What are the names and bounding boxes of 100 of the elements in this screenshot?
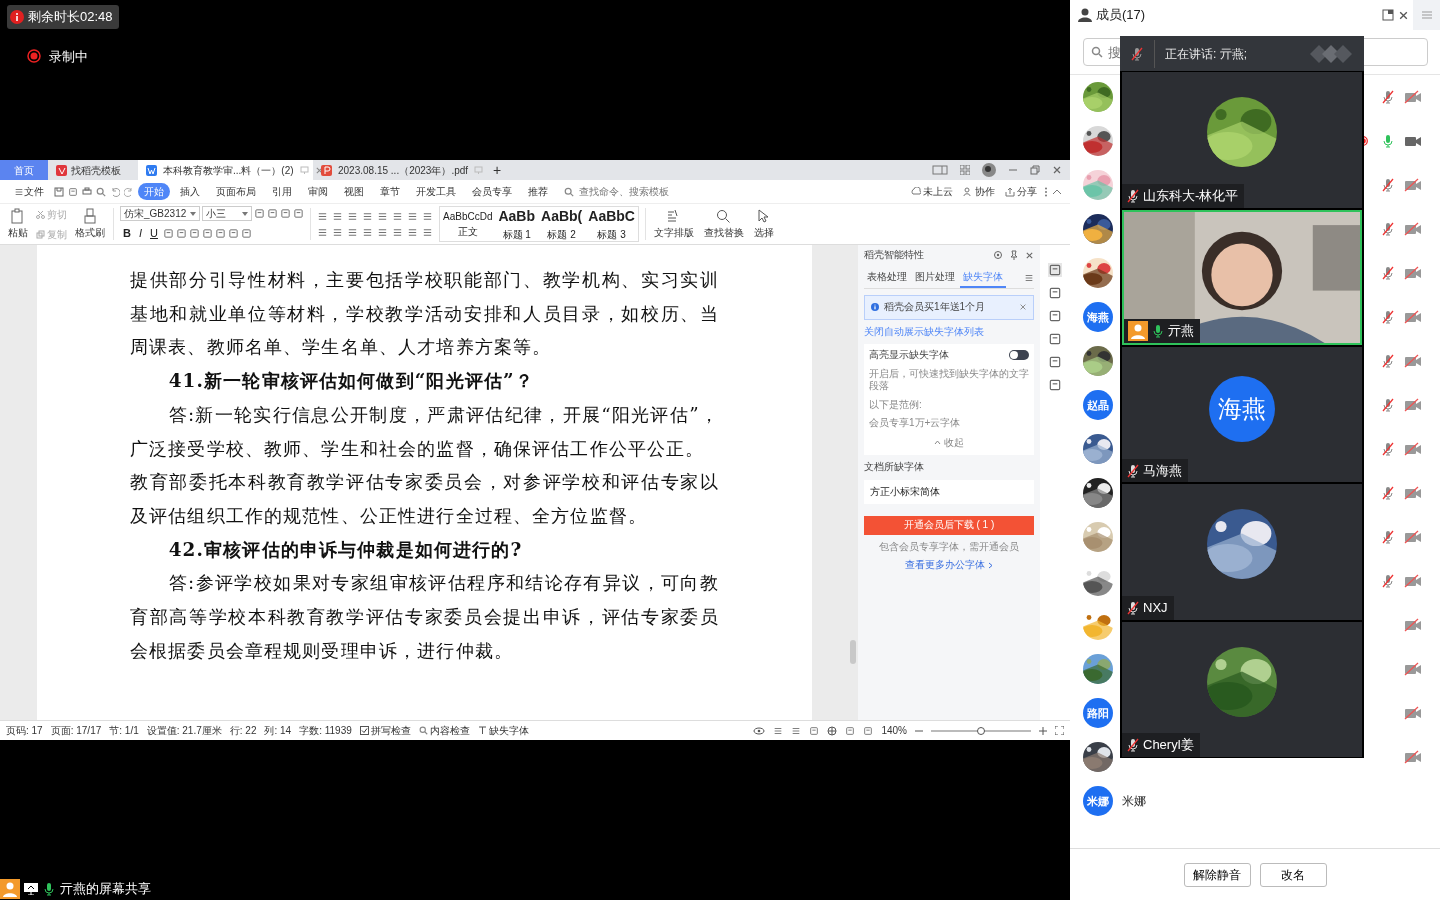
close-icon[interactable] xyxy=(1398,9,1409,21)
camera-off-icon[interactable] xyxy=(1404,222,1422,236)
zoom-in-icon[interactable] xyxy=(1039,726,1047,735)
menu-tab[interactable]: 页面布局 xyxy=(210,183,262,200)
collapse-button[interactable]: 收起 xyxy=(869,435,1029,450)
missing-fonts-button[interactable]: 缺失字体 xyxy=(477,723,529,738)
zoom-level[interactable]: 140% xyxy=(881,723,907,738)
mic-muted-icon[interactable] xyxy=(1381,90,1395,104)
toolbar-link[interactable]: 分享 xyxy=(1002,182,1040,201)
format-button[interactable]: B xyxy=(120,225,134,242)
layout-icon[interactable] xyxy=(932,165,948,175)
menu-tab[interactable]: 推荐 xyxy=(522,183,554,200)
menu-tab[interactable]: 审阅 xyxy=(302,183,334,200)
web-view-icon[interactable] xyxy=(827,725,838,736)
word-icon xyxy=(146,164,157,176)
camera-off-icon[interactable] xyxy=(1404,662,1422,676)
toolbar-link[interactable]: 协作 xyxy=(960,182,998,201)
description-text: 开启后，可快速找到缺失字体的文字段落 xyxy=(869,367,1029,393)
camera-off-icon[interactable] xyxy=(1404,530,1422,544)
format-button[interactable]: I xyxy=(135,225,145,242)
camera-off-icon[interactable] xyxy=(1404,398,1422,412)
camera-off-icon[interactable] xyxy=(1404,442,1422,456)
fullscreen-icon[interactable] xyxy=(1055,726,1064,735)
camera-icon[interactable] xyxy=(1404,134,1422,148)
menu-tab[interactable]: 引用 xyxy=(266,183,298,200)
mic-muted-icon[interactable] xyxy=(1381,266,1395,280)
scrollbar-thumb[interactable] xyxy=(850,640,856,664)
eye-icon[interactable] xyxy=(753,726,766,735)
font-select[interactable]: 仿宋_GB2312 xyxy=(120,206,200,222)
camera-off-icon[interactable] xyxy=(1404,90,1422,104)
camera-off-icon[interactable] xyxy=(1404,574,1422,588)
menu-icon[interactable] xyxy=(14,186,24,197)
menu-tab[interactable]: 视图 xyxy=(338,183,370,200)
footer-button[interactable]: 解除静音 xyxy=(1183,862,1251,887)
printer-icon[interactable] xyxy=(82,186,92,197)
mic-muted-icon[interactable] xyxy=(1381,530,1395,544)
ribbon-button[interactable]: 查找替换 xyxy=(701,208,746,240)
footer-button[interactable]: 改名 xyxy=(1259,862,1327,887)
camera-off-icon[interactable] xyxy=(1404,178,1422,192)
grid-icon[interactable] xyxy=(960,165,970,175)
close-icon[interactable] xyxy=(1052,165,1062,175)
settings-icon[interactable] xyxy=(993,250,1003,261)
file-menu[interactable]: 文件 xyxy=(8,183,50,200)
ribbon-button[interactable]: 选择 xyxy=(751,208,776,240)
mic-muted-icon[interactable] xyxy=(1381,574,1395,588)
mic-muted-icon[interactable] xyxy=(1381,222,1395,236)
camera-off-icon[interactable] xyxy=(1404,354,1422,368)
document-tab[interactable]: 找稻壳模板 xyxy=(48,160,138,180)
menu-icon[interactable] xyxy=(1024,272,1034,283)
format-painter-button[interactable]: 格式刷 xyxy=(73,208,107,240)
camera-off-icon[interactable] xyxy=(1404,266,1422,280)
mic-muted-icon[interactable] xyxy=(1381,486,1395,500)
slider-thumb[interactable] xyxy=(977,726,985,735)
menu-tab[interactable]: 开发工具 xyxy=(410,183,462,200)
example-text: 会员专享1万+云字体 xyxy=(869,417,962,430)
camera-off-icon[interactable] xyxy=(1404,706,1422,720)
pane-tab[interactable]: 图片处理 xyxy=(912,267,958,288)
pane-tab[interactable]: 表格处理 xyxy=(864,267,910,288)
toggle-switch[interactable] xyxy=(1009,350,1029,361)
microphone-icon[interactable] xyxy=(1381,134,1395,148)
chevron-right-icon xyxy=(988,561,993,569)
mic-muted-icon[interactable] xyxy=(1381,442,1395,456)
camera-off-icon[interactable] xyxy=(1404,486,1422,500)
format-button[interactable]: U xyxy=(147,225,161,242)
size-select[interactable]: 小三 xyxy=(202,206,252,222)
mic-muted-icon[interactable] xyxy=(1381,178,1395,192)
ribbon-button[interactable]: 文字排版 xyxy=(651,208,696,240)
content-check-button[interactable]: 内容检查 xyxy=(418,723,470,738)
camera-off-icon[interactable] xyxy=(1404,750,1422,764)
pin-icon[interactable] xyxy=(1009,250,1019,261)
more-icon[interactable] xyxy=(1044,186,1048,197)
new-tab-button[interactable]: + xyxy=(485,160,510,180)
mic-muted-icon[interactable] xyxy=(1381,310,1395,324)
person-icon xyxy=(1078,8,1092,22)
style-preset[interactable]: AaBbCcDd 正文 xyxy=(440,207,496,241)
popout-icon[interactable] xyxy=(1382,9,1394,21)
camera-off-icon[interactable] xyxy=(1404,310,1422,324)
more-fonts-link[interactable]: 查看更多办公字体 xyxy=(864,559,1034,572)
redo-icon[interactable] xyxy=(124,186,134,197)
restore-icon[interactable] xyxy=(1030,165,1040,175)
menu-tab[interactable]: 插入 xyxy=(174,183,206,200)
font-icon xyxy=(477,726,487,735)
style-preset[interactable]: AaBbC 标题 3 xyxy=(585,207,638,241)
undo-icon[interactable] xyxy=(110,186,120,197)
mic-muted-icon[interactable] xyxy=(1381,354,1395,368)
user-avatar[interactable] xyxy=(982,163,996,177)
style-preset[interactable]: AaBb( 标题 2 xyxy=(538,207,586,241)
mic-muted-icon[interactable] xyxy=(1381,398,1395,412)
menu-tab[interactable]: 会员专享 xyxy=(466,183,518,200)
close-icon[interactable] xyxy=(1025,250,1034,260)
brush-icon xyxy=(82,208,98,224)
document-tab[interactable]: 首页 xyxy=(0,160,48,180)
save-icon[interactable] xyxy=(54,186,64,197)
style-preset[interactable]: AaBb 标题 1 xyxy=(495,207,539,241)
document-tab[interactable]: 2023.08.15 ...（2023年）.pdf xyxy=(313,160,485,180)
toolbar-link[interactable]: 未上云 xyxy=(908,182,956,201)
camera-off-icon[interactable] xyxy=(1404,618,1422,632)
spell-check-toggle[interactable]: 拼写检查 xyxy=(359,723,411,738)
paste-button[interactable]: 粘贴 xyxy=(6,208,30,240)
menu-tab[interactable]: 章节 xyxy=(374,183,406,200)
